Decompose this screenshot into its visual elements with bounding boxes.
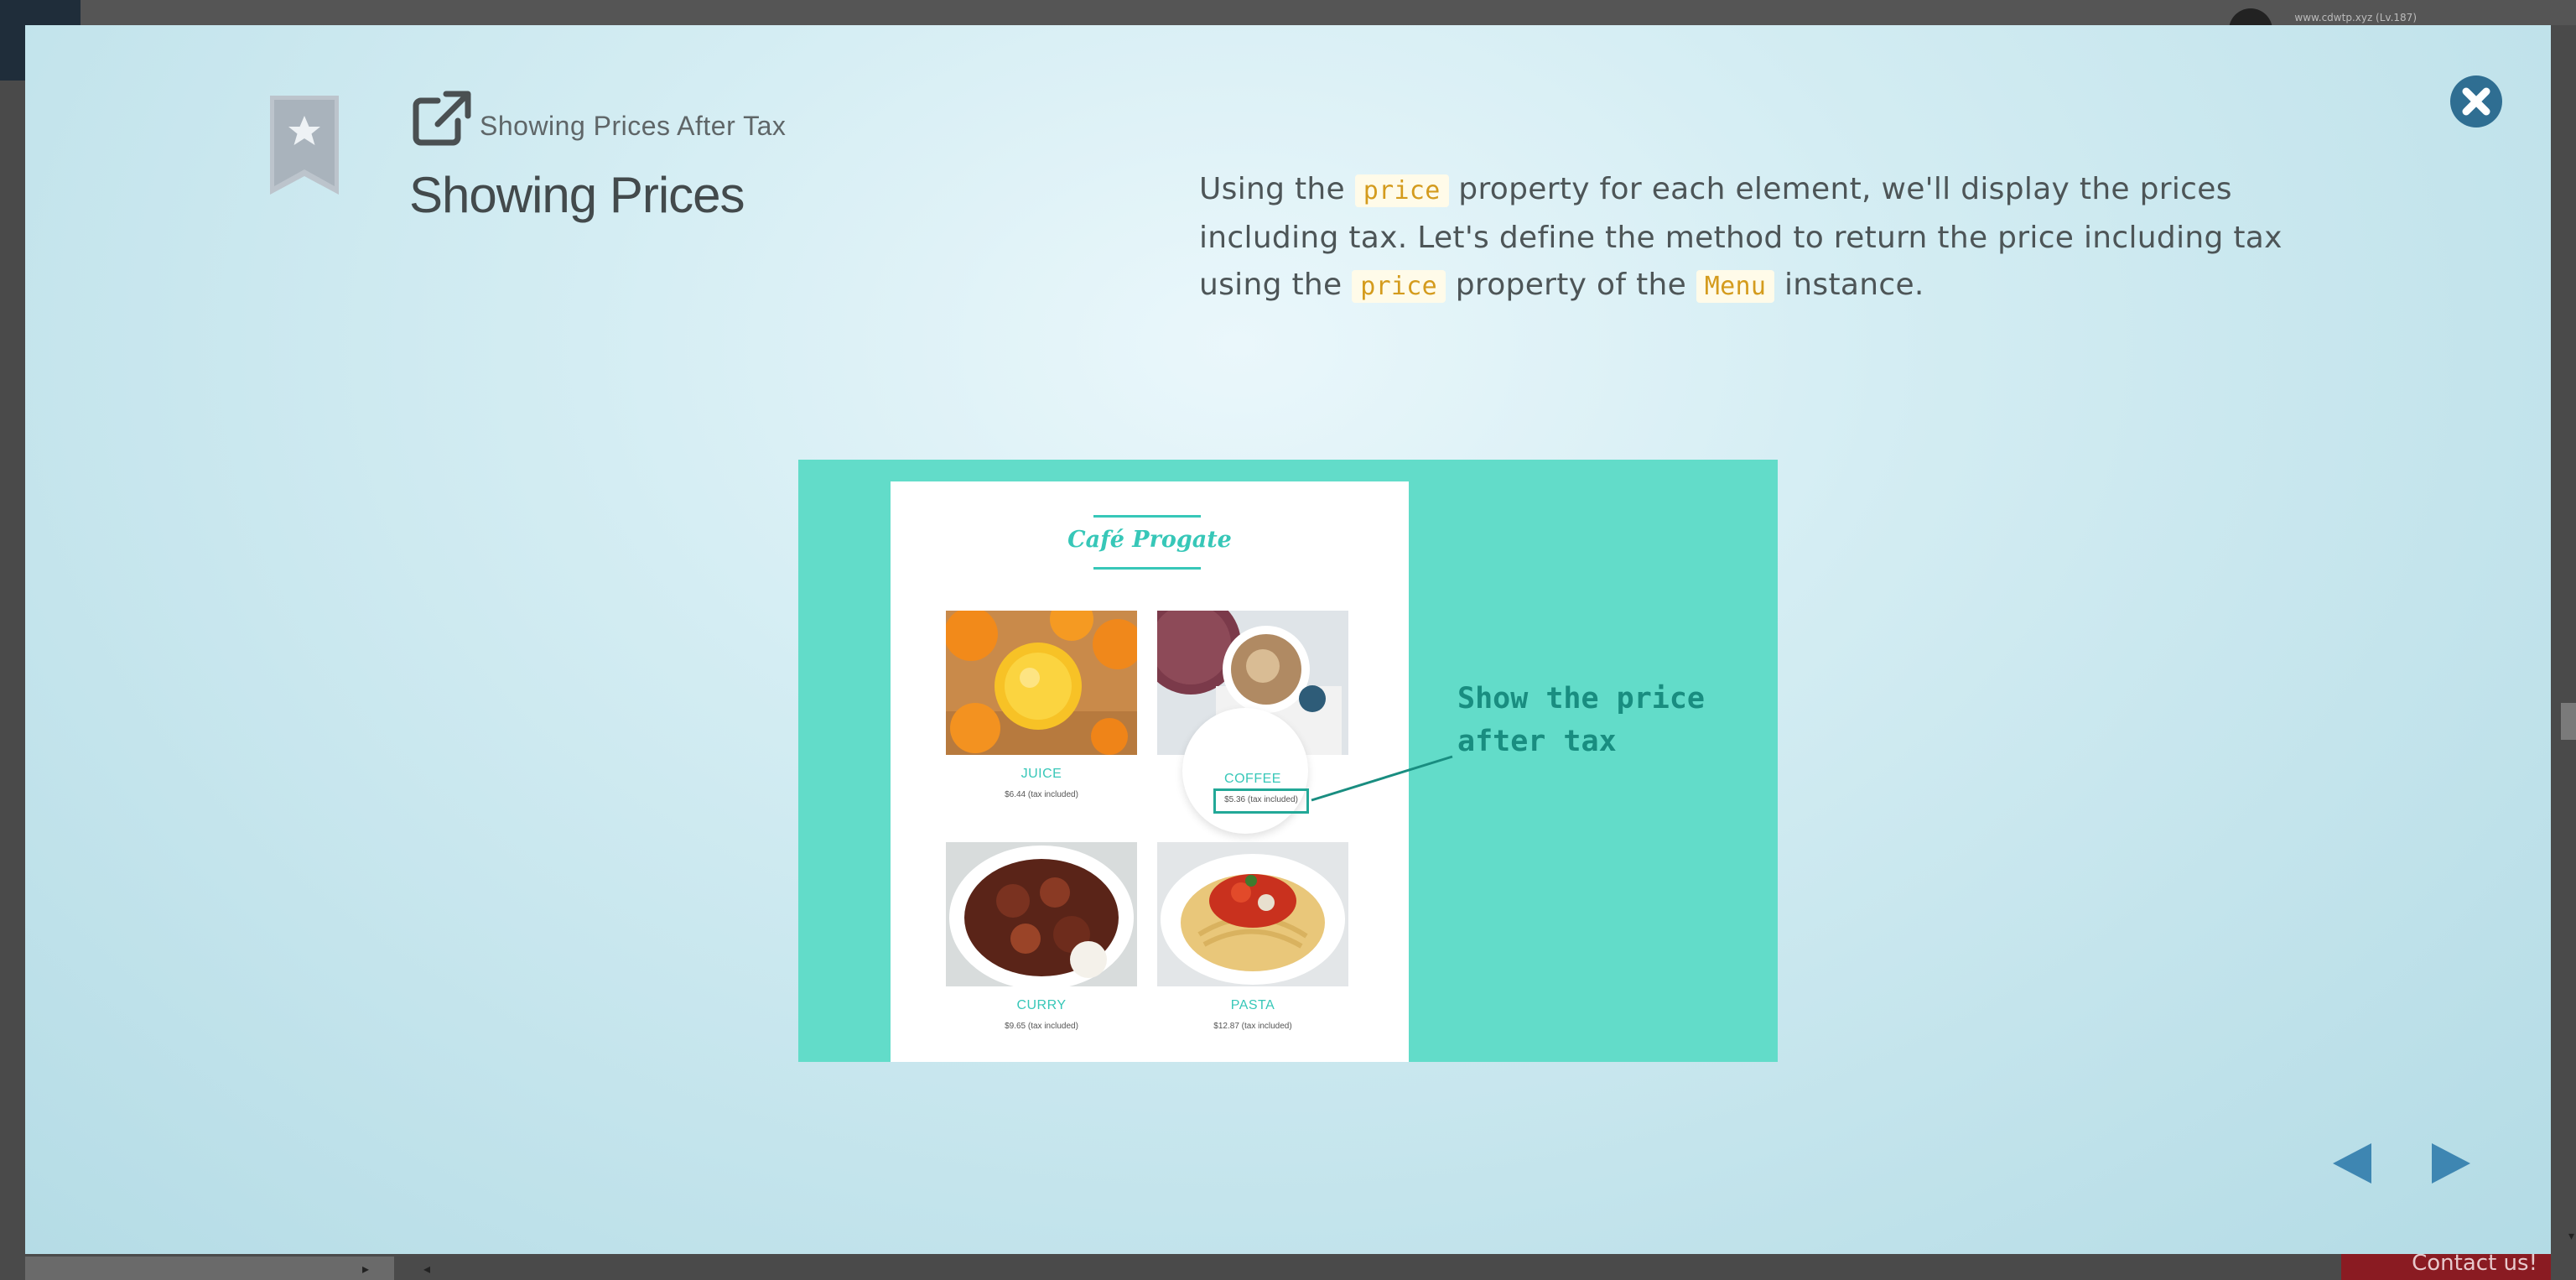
item-name-coffee: COFFEE: [1224, 772, 1281, 786]
item-name-curry: CURRY: [1016, 998, 1067, 1012]
background-scroll-right-icon: ▸: [362, 1261, 370, 1277]
background-scrollbar-thumb: [2561, 703, 2576, 740]
item-price-coffee: $5.36 (tax included): [1224, 795, 1298, 804]
curry-photo: [946, 842, 1137, 986]
triangle-right-icon[interactable]: [2430, 1141, 2474, 1186]
highlight-circle: [1182, 708, 1308, 834]
code-price: price: [1354, 174, 1449, 207]
menu-page: Café Progate JUICE $6.44 (tax included): [891, 481, 1409, 1062]
slide-modal: Showing Prices After Tax Showing Prices …: [25, 25, 2551, 1254]
annotation-text: Show the price after tax: [1457, 682, 1706, 758]
juice-photo: [946, 611, 1137, 755]
bookmark-star-icon[interactable]: [270, 96, 339, 195]
background-scrollbar-track: [25, 1257, 394, 1280]
background-scroll-left-icon: ◂: [423, 1261, 431, 1277]
triangle-left-icon[interactable]: [2329, 1141, 2373, 1186]
close-icon[interactable]: [2449, 74, 2504, 129]
external-link-icon[interactable]: [413, 89, 473, 146]
cafe-name: Café Progate: [1067, 527, 1232, 553]
code-menu: Menu: [1696, 270, 1775, 303]
item-price-juice: $6.44 (tax included): [1005, 790, 1078, 799]
divider: [1093, 567, 1201, 570]
divider: [1093, 515, 1201, 518]
item-name-juice: JUICE: [1021, 767, 1062, 781]
slide-subtitle: Showing Prices After Tax: [480, 111, 787, 141]
background-topbar: [0, 0, 2576, 25]
description-text: instance.: [1774, 268, 1924, 302]
code-price: price: [1352, 270, 1446, 303]
item-price-pasta: $12.87 (tax included): [1213, 1022, 1292, 1031]
slide-title: Showing Prices: [409, 167, 745, 223]
background-scroll-down-icon: ▾: [2568, 1230, 2574, 1243]
description-text: Using the: [1199, 172, 1355, 206]
background-user-info: www.cdwtp.xyz (Lv.187): [2294, 12, 2417, 23]
description-text: property of the: [1446, 268, 1696, 302]
slide-description: Using the price property for each elemen…: [1199, 166, 2289, 310]
item-price-curry: $9.65 (tax included): [1005, 1022, 1078, 1031]
item-name-pasta: PASTA: [1230, 998, 1275, 1012]
pasta-photo: [1157, 842, 1348, 986]
slide-illustration: Café Progate JUICE $6.44 (tax included): [798, 460, 1778, 1062]
